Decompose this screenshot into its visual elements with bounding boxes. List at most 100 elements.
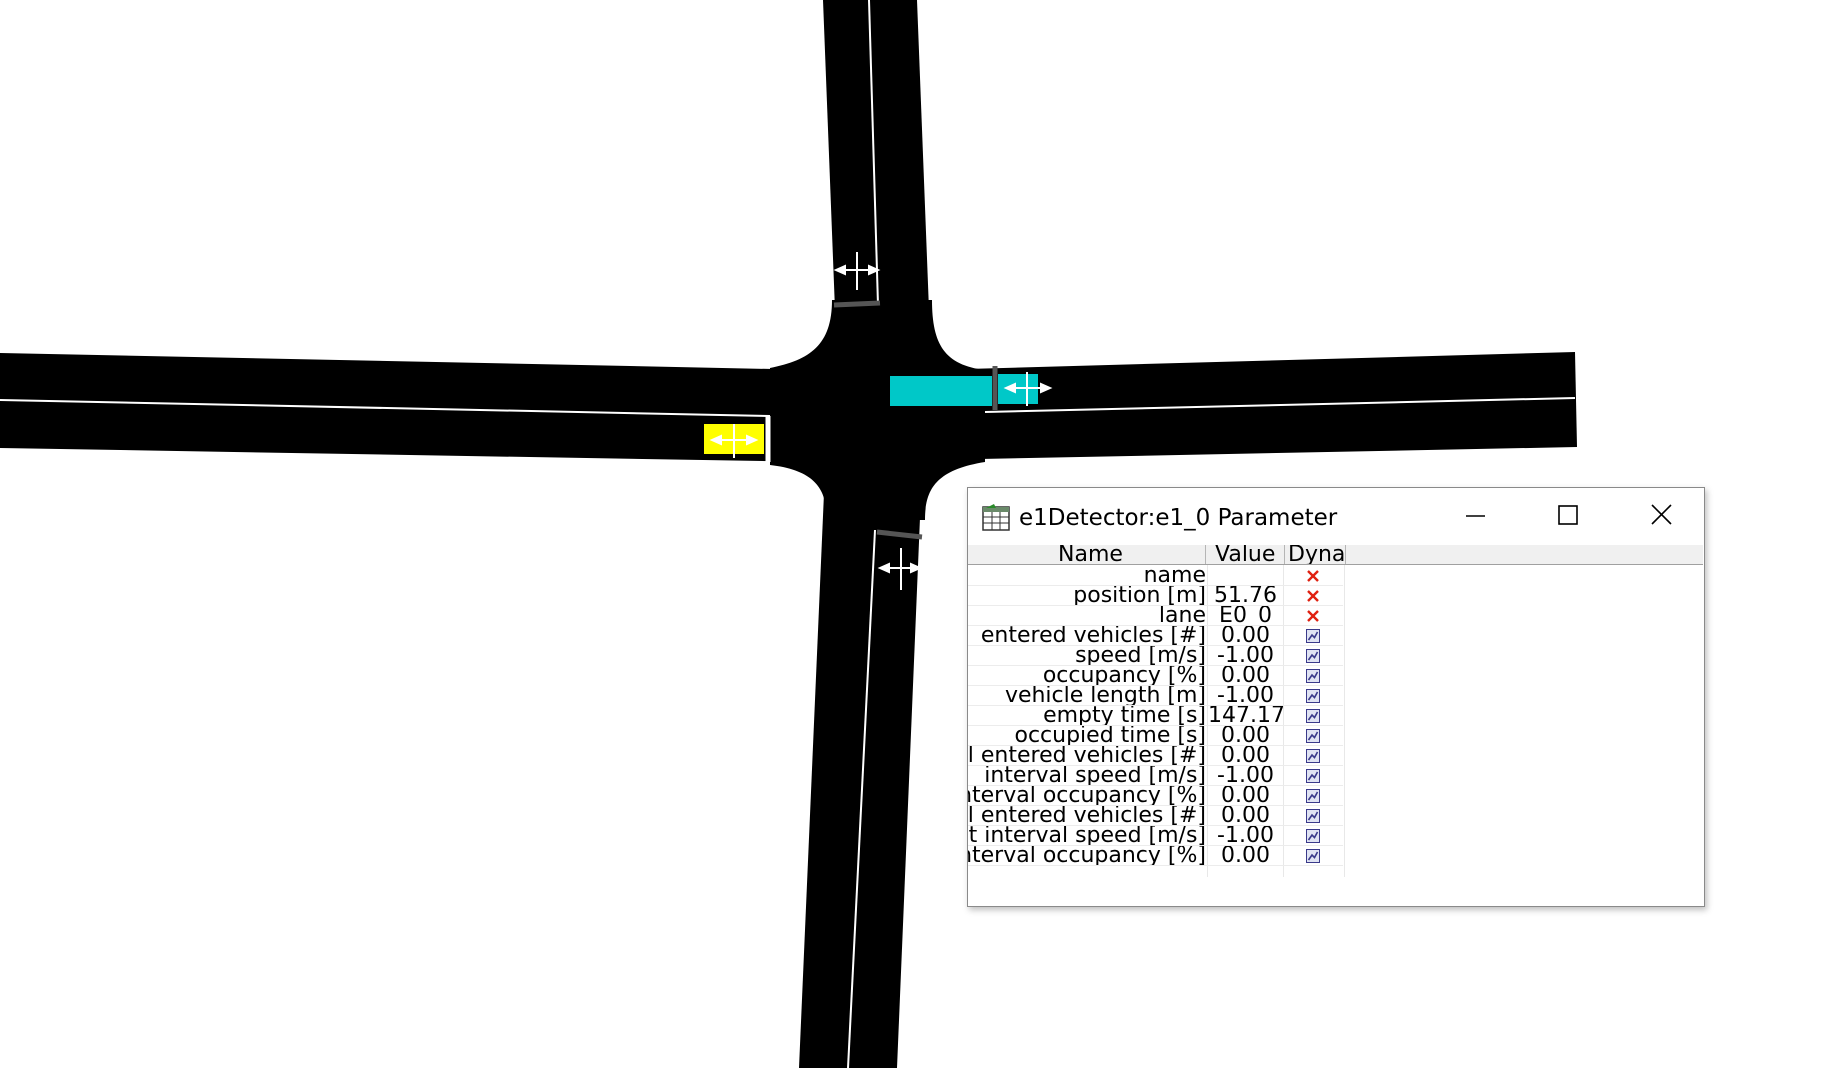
param-dynamic [1284, 726, 1342, 746]
minimize-button[interactable] [1452, 496, 1498, 536]
parameter-window[interactable]: e1Detector:e1_0 Parameter Name Value Dyn… [967, 487, 1705, 907]
param-name: interval speed [m/s] [968, 766, 1206, 786]
plot-icon[interactable] [1306, 809, 1320, 823]
plot-icon[interactable] [1306, 769, 1320, 783]
param-name: position [m] [968, 586, 1206, 606]
grid-line [968, 865, 1343, 866]
road-south [799, 470, 922, 1068]
plot-icon[interactable] [1306, 629, 1320, 643]
param-name-text: name [1143, 566, 1206, 586]
param-name-text: vehicle length [m] [1004, 686, 1206, 706]
table-row[interactable]: lane E0_0 [968, 606, 1348, 626]
plot-icon[interactable] [1306, 709, 1320, 723]
minimize-icon [1466, 515, 1485, 517]
table-row[interactable]: speed [m/s] -1.00 [968, 646, 1348, 666]
param-value: -1.00 [1217, 826, 1274, 846]
param-name: occupancy [%] [968, 666, 1206, 686]
table-row[interactable]: position [m] 51.76 [968, 586, 1348, 606]
column-divider[interactable] [1205, 545, 1206, 564]
param-value: -1.00 [1217, 646, 1274, 666]
table-icon [982, 504, 1010, 531]
param-name-text: interval occupancy [%] [968, 786, 1206, 806]
param-dynamic [1284, 846, 1342, 866]
param-dynamic [1284, 746, 1342, 766]
param-name: last interval speed [m/s] [968, 826, 1206, 846]
column-divider[interactable] [1345, 545, 1346, 564]
param-name-text: interval speed [m/s] [984, 766, 1206, 786]
param-dynamic [1284, 626, 1342, 646]
parameter-table: name position [m] 51.76 lane E0_0 entered veh… [968, 565, 1703, 877]
param-name: occupied time [s] [968, 726, 1207, 746]
table-row[interactable]: occupancy [%] 0.00 [968, 666, 1348, 686]
param-name-text: empty time [s] [1043, 706, 1206, 726]
param-name-text: last interval occupancy [%] [968, 846, 1206, 866]
param-name-text: entered vehicles [#] [980, 626, 1206, 646]
param-dynamic [1284, 766, 1342, 786]
maximize-icon [1558, 505, 1578, 525]
param-dynamic [1284, 666, 1342, 686]
close-button[interactable] [1638, 496, 1684, 536]
param-name-text: speed [m/s] [1075, 646, 1206, 666]
table-row[interactable]: interval entered vehicles [#] 0.00 [968, 746, 1348, 766]
plot-icon[interactable] [1306, 669, 1320, 683]
title-bar[interactable]: e1Detector:e1_0 Parameter [968, 488, 1704, 544]
param-value: 51.76 [1214, 586, 1277, 606]
table-row[interactable]: interval speed [m/s] -1.00 [968, 766, 1348, 786]
param-value: 0.00 [1221, 846, 1270, 866]
param-name: last interval entered vehicles [#] [968, 806, 1206, 826]
param-dynamic [1284, 606, 1342, 626]
window-title: e1Detector:e1_0 Parameter [1019, 505, 1338, 531]
column-header-value[interactable]: Value [1215, 545, 1277, 564]
param-dynamic [1284, 806, 1342, 826]
param-dynamic [1284, 826, 1342, 846]
param-dynamic [1284, 706, 1342, 726]
table-row[interactable]: name [968, 566, 1348, 586]
table-row[interactable]: vehicle length [m] -1.00 [968, 686, 1348, 706]
red-x-icon [1307, 570, 1319, 582]
maximize-button[interactable] [1545, 496, 1591, 536]
table-row[interactable]: last interval speed [m/s] -1.00 [968, 826, 1348, 846]
param-name: speed [m/s] [968, 646, 1206, 666]
param-value: 147.17 [1208, 706, 1283, 726]
stop-line-north [833, 300, 881, 308]
param-value: 0.00 [1221, 746, 1270, 766]
param-name: name [968, 566, 1206, 586]
table-row[interactable]: occupied time [s] 0.00 [968, 726, 1348, 746]
param-name: vehicle length [m] [968, 686, 1206, 706]
param-name: last interval occupancy [%] [968, 846, 1206, 866]
param-value: 0.00 [1221, 806, 1270, 826]
param-dynamic [1284, 586, 1342, 606]
junction [770, 300, 985, 520]
param-name-text: last interval speed [m/s] [968, 826, 1206, 846]
road-west [0, 353, 820, 462]
column-header-dynamic[interactable]: Dynam [1288, 545, 1344, 564]
plot-icon[interactable] [1306, 649, 1320, 663]
plot-icon[interactable] [1306, 749, 1320, 763]
param-value: 0.00 [1221, 786, 1270, 806]
plot-icon[interactable] [1306, 849, 1320, 863]
param-dynamic [1284, 566, 1342, 586]
plot-icon[interactable] [1306, 829, 1320, 843]
param-name: entered vehicles [#] [968, 626, 1206, 646]
param-name-text: lane [1158, 606, 1206, 626]
column-divider[interactable] [1284, 545, 1285, 564]
table-row[interactable]: interval occupancy [%] 0.00 [968, 786, 1348, 806]
plot-icon[interactable] [1306, 789, 1320, 803]
param-name: interval occupancy [%] [968, 786, 1206, 806]
param-name-text: occupancy [%] [1042, 666, 1206, 686]
plot-icon[interactable] [1306, 729, 1320, 743]
vehicle-cyan[interactable] [890, 376, 992, 406]
param-name-text: last interval entered vehicles [#] [968, 806, 1206, 826]
table-row[interactable]: last interval entered vehicles [#] 0.00 [968, 806, 1348, 826]
column-header-name[interactable]: Name [1058, 545, 1198, 564]
param-value [1208, 566, 1283, 586]
plot-icon[interactable] [1306, 689, 1320, 703]
param-name: lane [968, 606, 1206, 626]
table-row[interactable]: last interval occupancy [%] 0.00 [968, 846, 1348, 866]
table-row[interactable]: entered vehicles [#] 0.00 [968, 626, 1348, 646]
table-row[interactable]: empty time [s] 147.17 [968, 706, 1348, 726]
param-name: interval entered vehicles [#] [968, 746, 1206, 766]
param-dynamic [1284, 686, 1342, 706]
param-value: 0.00 [1221, 666, 1270, 686]
param-value: 0.00 [1221, 726, 1270, 746]
